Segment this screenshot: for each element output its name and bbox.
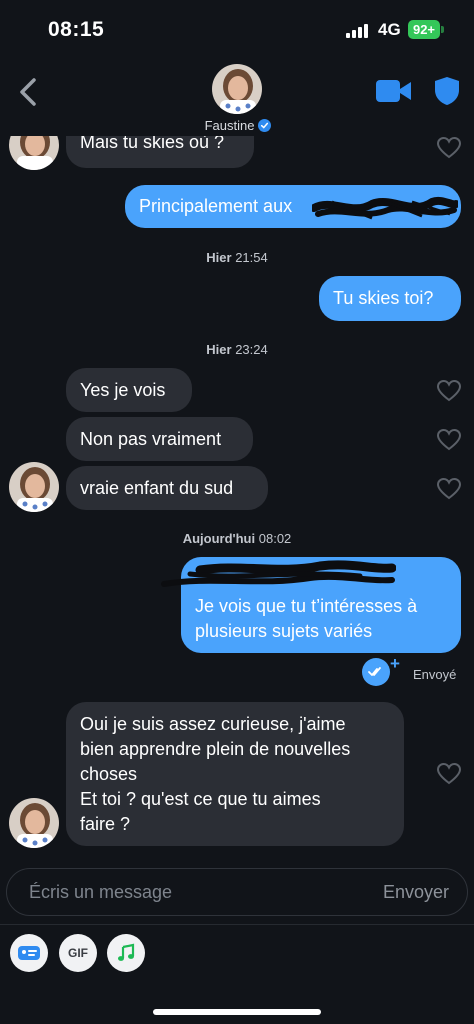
send-button[interactable]: Envoyer (383, 882, 449, 903)
timestamp-day: Aujourd'hui (182, 531, 256, 546)
read-receipt-icon (362, 658, 390, 686)
message-input[interactable] (29, 869, 359, 915)
status-time: 08:15 (48, 18, 105, 41)
message-line: plusieurs sujets variés (195, 621, 373, 641)
timestamp-time: 21:54 (235, 250, 268, 265)
message-bubble-incoming[interactable]: Yes je vois (66, 368, 192, 412)
gif-label: GIF (68, 946, 88, 960)
battery-icon: 92+ (408, 20, 440, 39)
chat-thread: Mais tu skies où ? Principalement aux Hi… (0, 136, 474, 858)
heart-icon[interactable] (437, 429, 461, 451)
battery-tip (441, 26, 444, 33)
timestamp: Aujourd'hui 08:02 (0, 531, 474, 546)
message-composer: Envoyer (6, 868, 468, 916)
contact-avatar[interactable] (9, 798, 59, 848)
plus-icon: + (390, 654, 400, 673)
message-line: faire ? (80, 814, 131, 834)
message-bubble-incoming[interactable]: Mais tu skies où ? (66, 136, 254, 168)
message-text: Principalement aux (139, 196, 293, 216)
heart-icon[interactable] (437, 763, 461, 785)
message-bubble-incoming[interactable]: vraie enfant du sud (66, 466, 268, 510)
timestamp: Hier 21:54 (0, 250, 474, 265)
timestamp: Hier 23:24 (0, 342, 474, 357)
message-text: Yes je vois (80, 379, 166, 400)
contact-name[interactable]: Faustine (190, 118, 286, 133)
back-arrow-icon[interactable] (12, 74, 44, 110)
timestamp-day: Hier (206, 250, 232, 265)
verified-icon (258, 119, 272, 132)
signal-icon (346, 24, 370, 38)
home-indicator (153, 1009, 321, 1015)
timestamp-time: 08:02 (258, 531, 292, 546)
message-line: choses (80, 764, 138, 784)
message-line: Oui je suis assez curieuse, j'aime (80, 714, 346, 734)
message-line: Et toi ? qu'est ce que tu aimes (80, 789, 321, 809)
contact-avatar[interactable] (9, 462, 59, 512)
contact-avatar[interactable] (212, 64, 262, 114)
network-label: 4G (378, 20, 401, 39)
status-bar: 08:15 4G 92+ (0, 0, 474, 60)
contact-card-icon (18, 946, 40, 960)
gif-button[interactable]: GIF (59, 934, 97, 972)
message-text: Non pas vraiment (80, 428, 222, 449)
message-text: Mais tu skies où ? (80, 136, 225, 152)
message-line: Je vois que tu t’intéresses à (195, 596, 418, 616)
contact-card-button[interactable] (10, 934, 48, 972)
toolbar-divider (0, 924, 474, 925)
sent-status: Envoyé (413, 667, 457, 682)
chat-header: Faustine (0, 60, 474, 136)
message-bubble-outgoing[interactable]: Tu skies toi? (319, 276, 461, 321)
timestamp-time: 23:24 (235, 342, 268, 357)
music-note-icon (118, 943, 135, 961)
message-line: bien apprendre plein de nouvelles (80, 739, 351, 759)
music-button[interactable] (107, 934, 145, 972)
redaction-scribble (312, 196, 458, 220)
safety-shield-icon[interactable] (434, 76, 460, 106)
contact-name-label: Faustine (204, 118, 255, 133)
heart-icon[interactable] (437, 478, 461, 500)
message-text: Tu skies toi? (333, 288, 434, 308)
video-call-icon[interactable] (376, 78, 412, 104)
contact-avatar[interactable] (9, 136, 59, 170)
timestamp-day: Hier (206, 342, 232, 357)
message-bubble-incoming[interactable]: Non pas vraiment (66, 417, 253, 461)
message-text: vraie enfant du sud (80, 477, 234, 498)
heart-icon[interactable] (437, 137, 461, 159)
redaction-scribble (161, 560, 396, 587)
heart-icon[interactable] (437, 380, 461, 402)
message-bubble-incoming[interactable]: Oui je suis assez curieuse, j'aime bien … (66, 702, 404, 846)
